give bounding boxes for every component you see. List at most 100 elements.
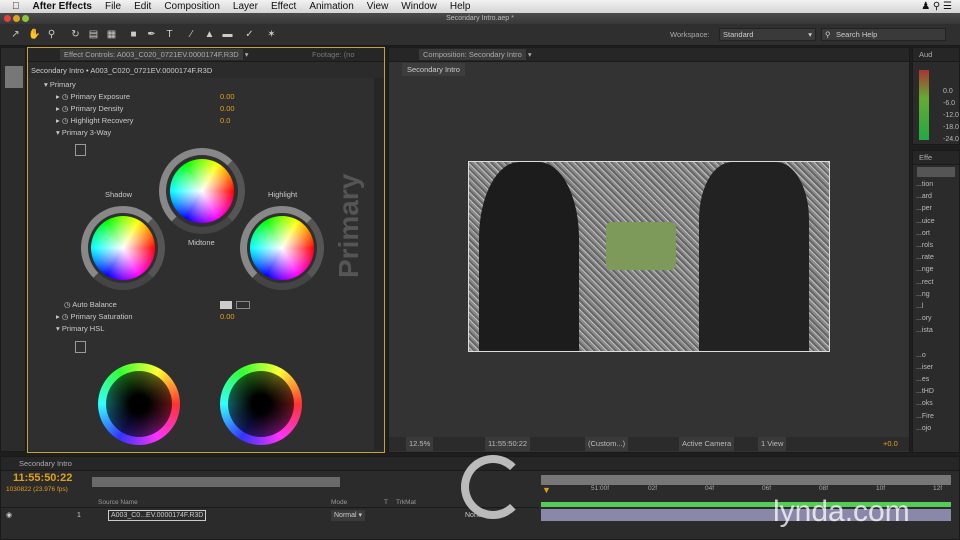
search-help-input[interactable]: ⚲ Search Help [821,28,946,41]
close-button[interactable] [4,15,11,22]
effect-category-item[interactable]: ...ista [916,327,933,334]
effect-category-item[interactable]: ...rect [916,279,934,286]
tab-footage[interactable]: Footage: (no [312,48,355,62]
hsl-hue-wheel[interactable] [98,363,180,445]
magnification-dropdown[interactable]: 12.5% [406,437,434,451]
video-frame[interactable] [468,161,830,352]
scrollbar[interactable] [374,78,384,450]
menu-file[interactable]: File [105,1,121,12]
auto-balance-swatch[interactable] [220,301,232,309]
tab-timeline[interactable]: Secondary Intro [19,459,72,468]
effect-category-item[interactable]: ...iser [916,364,933,371]
camera-dropdown[interactable]: Active Camera [679,437,735,451]
effect-category-item[interactable]: ...rate [916,254,934,261]
effect-category-item[interactable]: ...ard [916,193,932,200]
rectangle-tool-icon[interactable]: ■ [128,29,139,40]
prop-primary-saturation[interactable]: ▸ ◷ Primary Saturation [56,311,133,323]
effect-category-item[interactable]: ...tion [916,181,933,188]
brush-tool-icon[interactable]: ⁄ [186,29,197,40]
group-primary[interactable]: ▾ Primary [44,79,76,91]
effect-category-item[interactable]: ...rols [916,242,933,249]
menu-window[interactable]: Window [401,1,437,12]
effect-category-item[interactable]: ...o [916,352,926,359]
apple-icon[interactable]:  [12,1,20,12]
prop-primary-density[interactable]: ▸ ◷ Primary Density [56,103,123,115]
tab-audio[interactable]: Aud [919,50,932,59]
minimize-button[interactable] [13,15,20,22]
effect-category-item[interactable]: ...per [916,205,932,212]
effect-category-item[interactable]: ...l [916,303,923,310]
timeline-timecode[interactable]: 11:55:50:22 [13,472,72,484]
type-tool-icon[interactable]: T [164,29,175,40]
prop-value[interactable]: 0.00 [220,311,235,323]
highlight-color-wheel[interactable] [250,216,314,280]
effect-category-item[interactable]: ...ort [916,230,930,237]
timeline-search-input[interactable] [92,477,340,487]
eraser-tool-icon[interactable]: ▬ [222,29,233,40]
col-source-name[interactable]: Source Name [98,497,138,508]
layer-row[interactable]: ◉ 1 A003_C0...EV.0000174F.R3D Normal ▾ N… [1,509,539,522]
hand-tool-icon[interactable]: ✋ [28,29,40,40]
menu-help[interactable]: Help [450,1,471,12]
app-menu[interactable]: After Effects [33,1,92,12]
prop-primary-exposure[interactable]: ▸ ◷ Primary Exposure [56,91,130,103]
puppet-tool-icon[interactable]: ✶ [266,29,277,40]
group-primary-hsl[interactable]: ▾ Primary HSL [56,323,104,335]
channel-dropdown[interactable]: (Custom...) [585,437,629,451]
grid-icon[interactable] [75,341,86,353]
tab-composition[interactable]: Composition: Secondary Intro [419,49,526,60]
menu-composition[interactable]: Composition [164,1,220,12]
selection-tool-icon[interactable]: ↗ [10,29,21,40]
effects-search-input[interactable] [917,167,955,177]
prop-value[interactable]: 0.0 [220,115,230,127]
work-area-bar[interactable] [541,475,951,485]
menu-extras-icons[interactable]: ♟ ⚲ ☰ [921,1,952,12]
layer-name[interactable]: A003_C0...EV.0000174F.R3D [108,510,207,521]
playhead-icon[interactable]: ▼ [542,485,551,495]
shadow-color-wheel[interactable] [91,216,155,280]
roto-brush-tool-icon[interactable]: ✓ [244,29,255,40]
prop-value[interactable]: 0.00 [220,103,235,115]
effect-category-item[interactable]: ...ng [916,291,930,298]
hsl-saturation-wheel[interactable] [220,363,302,445]
clone-stamp-tool-icon[interactable]: ▲ [204,29,215,40]
zoom-tool-icon[interactable]: ⚲ [46,29,57,40]
prop-highlight-recovery[interactable]: ▸ ◷ Highlight Recovery [56,115,133,127]
effect-category-item[interactable]: ...tHD [916,388,934,395]
pen-tool-icon[interactable]: ✒ [146,29,157,40]
mode-dropdown[interactable]: Normal ▾ [331,510,366,521]
midtone-color-wheel[interactable] [170,159,234,223]
current-time[interactable]: 11:55:50:22 [485,437,531,451]
rotate-tool-icon[interactable]: ↻ [70,29,81,40]
tab-effect-controls[interactable]: Effect Controls: A003_C020_0721EV.000017… [60,49,243,60]
menu-edit[interactable]: Edit [134,1,151,12]
tab-effects-presets[interactable]: Effe [919,153,932,162]
menu-animation[interactable]: Animation [309,1,353,12]
effect-category-item[interactable]: ...oks [916,400,933,407]
menu-layer[interactable]: Layer [233,1,258,12]
figure-left [479,162,579,351]
eyedropper-icon[interactable] [236,301,250,309]
eye-icon[interactable]: ◉ [6,509,12,522]
zoom-button[interactable] [22,15,29,22]
group-primary-3-way[interactable]: ▾ Primary 3-Way [56,127,111,139]
effect-category-item[interactable]: ...es [916,376,929,383]
grid-icon[interactable] [75,144,86,156]
col-mode[interactable]: Mode [331,497,347,508]
col-t[interactable]: T [384,497,388,508]
menu-effect[interactable]: Effect [271,1,296,12]
camera-tool-icon[interactable]: ▤ [88,29,99,40]
pan-behind-tool-icon[interactable]: ▦ [106,29,117,40]
effect-category-item[interactable]: ...Fire [916,413,934,420]
effect-category-item[interactable]: ...ojo [916,425,931,432]
workspace-dropdown[interactable]: Standard ▾ [719,28,816,41]
col-trkmat[interactable]: TrkMat [396,497,416,508]
menu-view[interactable]: View [367,1,389,12]
subtab-secondary-intro[interactable]: Secondary Intro [402,63,465,76]
view-layout-dropdown[interactable]: 1 View [758,437,787,451]
prop-value[interactable]: 0.00 [220,91,235,103]
effect-category-item[interactable]: ...ory [916,315,932,322]
effect-category-item[interactable]: ...uice [916,218,935,225]
effect-category-item[interactable]: ...nge [916,266,934,273]
exposure-value[interactable]: +0.0 [883,437,898,451]
